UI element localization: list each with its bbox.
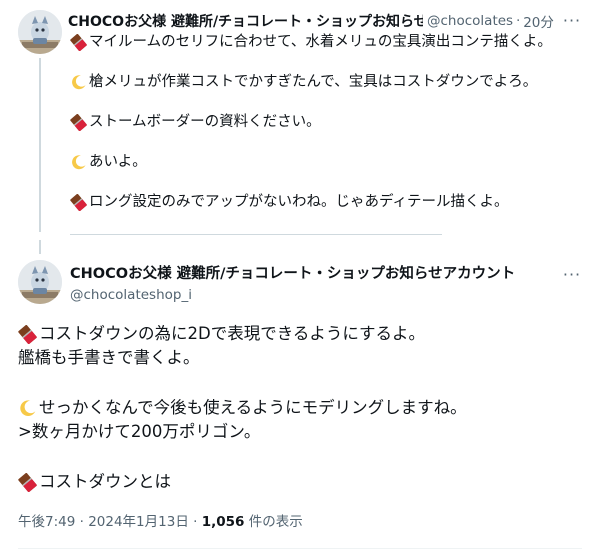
tweet-line: せっかくなんで今後も使えるようにモデリングしますね。 — [18, 396, 588, 420]
view-count: 1,056 — [201, 514, 245, 530]
tweet-text: コストダウンの為に2Dで表現できるようにするよ。 艦橋も手書きで書くよ。 せっか… — [18, 322, 588, 494]
tweet-parent[interactable]: CHOCOお父様 避難所/チョコレート・ショップお知らせアカウント @choco… — [0, 0, 600, 240]
thread-line — [39, 240, 41, 254]
separator-dot: · — [75, 514, 89, 530]
tweet-line: ロング設定のみでアップがないわね。じゃあディテール描くよ。 — [70, 192, 590, 212]
crescent-moon-icon — [18, 399, 37, 418]
ellipsis-icon: ··· — [562, 10, 582, 30]
timestamp[interactable]: 20分 — [523, 11, 554, 31]
tweet-line: コストダウンの為に2Dで表現できるようにするよ。 — [18, 322, 588, 346]
tweet-line: ストームボーダーの資料ください。 — [70, 112, 590, 132]
separator-dot: · — [188, 514, 202, 530]
avatar[interactable] — [18, 10, 62, 54]
avatar[interactable] — [18, 260, 62, 304]
display-name[interactable]: CHOCOお父様 避難所/チョコレート・ショップお知らせアカウント — [70, 262, 515, 283]
user-handle[interactable]: @chocolateshop_i — [70, 287, 515, 303]
crescent-moon-icon — [70, 154, 87, 171]
user-handle[interactable]: @chocolates — [427, 13, 513, 29]
chocolate-bar-icon — [70, 113, 87, 131]
post-date[interactable]: 2024年1月13日 — [88, 514, 189, 530]
chocolate-bar-icon — [18, 324, 37, 344]
tweet-line: コストダウンとは — [18, 470, 588, 494]
avatar-illustration — [18, 10, 62, 54]
chocolate-bar-icon — [18, 472, 37, 492]
tweet-line: あいよ。 — [70, 152, 590, 172]
more-options-button[interactable]: ··· — [560, 10, 584, 30]
ellipsis-icon: ··· — [562, 264, 582, 284]
tweet-text: マイルームのセリフに合わせて、水着メリュの宝具演出コンテ描くよ。 槍メリュが作業… — [70, 32, 590, 212]
tweet-line: 槍メリュが作業コストでかすぎたんで、宝具はコストダウンでよろ。 — [70, 72, 590, 92]
thread-line — [39, 58, 41, 232]
display-name[interactable]: CHOCOお父様 避難所/チョコレート・ショップお知らせアカウント — [68, 11, 423, 31]
chocolate-bar-icon — [70, 193, 87, 211]
avatar-illustration — [18, 260, 62, 304]
crescent-moon-icon — [70, 74, 87, 91]
tweet-line: 艦橋も手書きで書くよ。 — [18, 348, 200, 367]
tweet-header: CHOCOお父様 避難所/チョコレート・ショップお知らせアカウント @choco… — [68, 10, 588, 32]
post-time[interactable]: 午後7:49 — [18, 514, 75, 530]
chocolate-bar-icon — [70, 33, 87, 51]
tweet-line: マイルームのセリフに合わせて、水着メリュの宝具演出コンテ描くよ。 — [70, 32, 590, 52]
views-label: 件の表示 — [244, 514, 303, 530]
tweet-header: CHOCOお父様 避難所/チョコレート・ショップお知らせアカウント @choco… — [70, 262, 515, 303]
divider — [70, 234, 442, 235]
tweet-line: >数ヶ月かけて200万ポリゴン。 — [18, 422, 261, 441]
tweet-metadata: 午後7:49 · 2024年1月13日 · 1,056 件の表示 — [18, 510, 303, 530]
separator-dot: · — [516, 13, 521, 29]
divider — [18, 548, 582, 549]
more-options-button[interactable]: ··· — [560, 264, 584, 284]
